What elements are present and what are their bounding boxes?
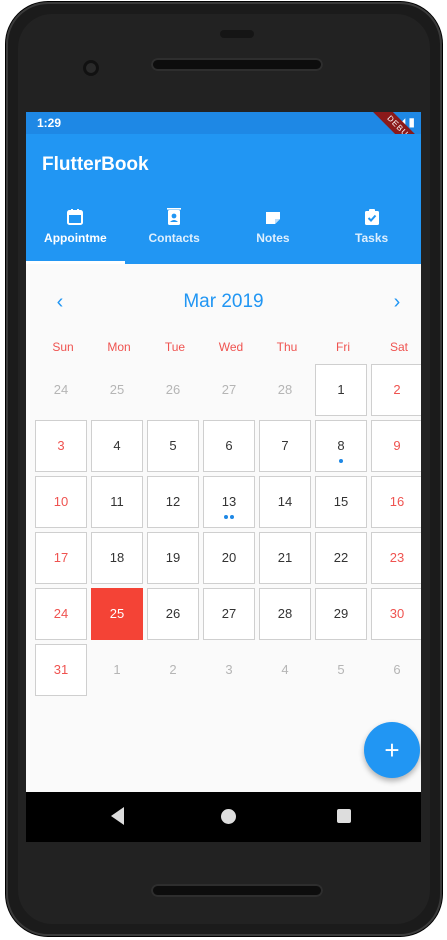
calendar-day-outside: 3 (225, 662, 233, 677)
calendar-day[interactable]: 5 (147, 420, 199, 472)
calendar-header: ‹ Mar 2019 › (26, 282, 421, 322)
tab-notes[interactable]: Notes (224, 204, 323, 264)
calendar-day[interactable]: 31 (35, 644, 87, 696)
weekday-label: Tue (164, 340, 186, 354)
status-time: 1:29 (37, 116, 62, 130)
weekday-label: Sun (52, 340, 74, 354)
tab-bar: Appointme Contacts Notes Tasks (26, 204, 421, 264)
calendar-day[interactable]: 1 (315, 364, 367, 416)
weekday-label: Thu (276, 340, 298, 354)
battery-icon: ▮ (408, 115, 415, 129)
calendar-day-outside: 24 (53, 382, 69, 397)
calendar-day[interactable]: 15 (315, 476, 367, 528)
tab-label-notes: Notes (256, 231, 290, 245)
note-icon (265, 212, 280, 224)
calendar-day[interactable]: 10 (35, 476, 87, 528)
calendar-day[interactable]: 3 (35, 420, 87, 472)
calendar-grid: 24 25 26 27 28 1 2 3 4 5 6 7 8 9 10 11 12 13 14 15 16 17 18 19 2… (35, 364, 421, 696)
calendar-day[interactable]: 22 (315, 532, 367, 584)
calendar-day[interactable]: 18 (91, 532, 143, 584)
calendar-day[interactable]: 8 (315, 420, 367, 472)
next-month-chevron-icon[interactable]: › (385, 290, 409, 314)
tab-label-appointments: Appointme (44, 231, 107, 245)
tab-label-contacts: Contacts (148, 231, 200, 245)
calendar-day-outside: 28 (277, 382, 293, 397)
task-check-icon (364, 209, 379, 225)
calendar-day-outside: 1 (113, 662, 121, 677)
calendar-day[interactable]: 4 (91, 420, 143, 472)
front-camera-icon (83, 60, 99, 76)
calendar-day-outside: 2 (169, 662, 177, 677)
phone-top-slot (220, 30, 254, 38)
calendar-day[interactable]: 12 (147, 476, 199, 528)
calendar-day[interactable]: 21 (259, 532, 311, 584)
calendar-day[interactable]: 16 (371, 476, 421, 528)
weekday-label: Fri (336, 340, 350, 354)
calendar-day[interactable]: 2 (371, 364, 421, 416)
app-title: FlutterBook (42, 154, 149, 175)
top-speaker (151, 58, 323, 71)
calendar-day[interactable]: 13 (203, 476, 255, 528)
calendar-day[interactable]: 28 (259, 588, 311, 640)
calendar-day[interactable]: 27 (203, 588, 255, 640)
back-icon[interactable] (111, 807, 124, 825)
calendar-day[interactable]: 30 (371, 588, 421, 640)
calendar-day[interactable]: 23 (371, 532, 421, 584)
event-dots (204, 513, 254, 519)
app-bar: FlutterBook Appointme Contacts Notes Tas… (26, 134, 421, 264)
calendar-day[interactable]: 9 (371, 420, 421, 472)
calendar-day[interactable]: 26 (147, 588, 199, 640)
calendar-day[interactable]: 29 (315, 588, 367, 640)
tab-contacts[interactable]: Contacts (125, 204, 224, 264)
calendar-day[interactable]: 19 (147, 532, 199, 584)
home-icon[interactable] (221, 809, 236, 824)
calendar-day[interactable]: 20 (203, 532, 255, 584)
calendar-day-outside: 25 (109, 382, 125, 397)
calendar-day[interactable]: 14 (259, 476, 311, 528)
calendar-day[interactable]: 17 (35, 532, 87, 584)
calendar-day[interactable]: 6 (203, 420, 255, 472)
weekday-label: Wed (218, 340, 244, 354)
weekday-label: Sat (389, 340, 408, 354)
calendar-day[interactable]: 24 (35, 588, 87, 640)
calendar-day[interactable]: 7 (259, 420, 311, 472)
app-screen: 1:29 ▼ ◢ ▮ DEBUG FlutterBook Appointme (26, 112, 421, 792)
event-dot-icon (224, 515, 228, 519)
status-bar: 1:29 ▼ ◢ ▮ DEBUG (26, 112, 421, 166)
event-dot-icon (230, 515, 234, 519)
calendar-day-outside: 4 (281, 662, 289, 677)
bottom-speaker (151, 884, 323, 897)
tab-indicator (26, 261, 125, 264)
system-nav-bar (26, 792, 421, 842)
add-appointment-button[interactable]: + (364, 722, 420, 778)
tab-label-tasks: Tasks (355, 231, 389, 245)
contacts-icon (167, 208, 182, 225)
calendar-day-outside: 6 (393, 662, 401, 677)
weekday-label: Mon (107, 340, 131, 354)
tab-appointments[interactable]: Appointme (26, 204, 125, 264)
event-dot-icon (339, 459, 343, 463)
recents-icon[interactable] (337, 809, 351, 823)
calendar-day-outside: 5 (337, 662, 345, 677)
calendar-day[interactable]: 25 (91, 588, 143, 640)
calendar-day-outside: 27 (221, 382, 237, 397)
calendar-icon (67, 209, 84, 225)
calendar-day[interactable]: 11 (91, 476, 143, 528)
calendar-day-outside: 26 (165, 382, 181, 397)
weekday-header-row: Sun Mon Tue Wed Thu Fri Sat (35, 340, 421, 354)
event-dots (316, 457, 366, 463)
month-title: Mar 2019 (183, 291, 264, 312)
tab-tasks[interactable]: Tasks (322, 204, 421, 264)
